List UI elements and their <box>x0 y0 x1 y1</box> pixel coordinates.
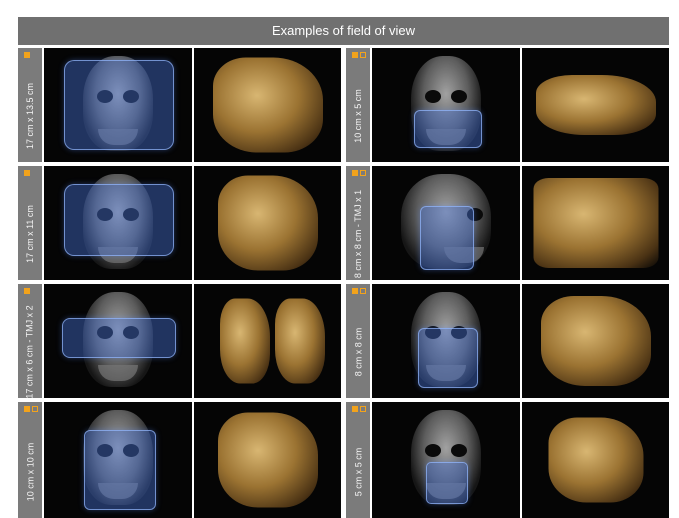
hollow-square-icon <box>360 406 366 412</box>
row-sidebar: 17 cm x 6 cm - TMJ x 2 <box>18 284 42 399</box>
fov-row-17x13-5: 17 cm x 13.5 cm <box>18 48 341 162</box>
3d-reconstruction-image <box>522 284 669 398</box>
fov-box <box>414 110 482 148</box>
3d-reconstruction-image <box>522 402 669 518</box>
teeth-reconstruction-icon <box>535 75 656 135</box>
hollow-square-icon <box>32 406 38 412</box>
row-sidebar: 17 cm x 13.5 cm <box>18 48 42 162</box>
row-sidebar: 8 cm x 8 cm - TMJ x 1 <box>346 166 370 280</box>
size-markers <box>24 288 30 294</box>
hollow-square-icon <box>360 170 366 176</box>
maxilla-reconstruction-icon <box>217 175 318 271</box>
size-markers <box>24 406 38 412</box>
3d-reconstruction-image <box>194 48 341 162</box>
skull-fov-image <box>372 284 520 398</box>
fov-row-8x8: 8 cm x 8 cm <box>346 284 669 398</box>
fov-label: 8 cm x 8 cm - TMJ x 1 <box>353 189 363 279</box>
skull-fov-image <box>372 166 520 280</box>
fov-grid: 17 cm x 13.5 cm 17 cm x 11 cm 17 cm x 6 … <box>18 48 669 518</box>
hollow-square-icon <box>360 288 366 294</box>
row-sidebar: 17 cm x 11 cm <box>18 166 42 280</box>
jaw-reconstruction-icon <box>212 57 323 153</box>
filled-square-icon <box>24 406 30 412</box>
size-markers <box>352 170 366 176</box>
dentition-reconstruction-icon <box>540 296 651 386</box>
teeth-reconstruction-icon <box>548 417 643 503</box>
fov-row-10x5: 10 cm x 5 cm <box>346 48 669 162</box>
hollow-square-icon <box>360 52 366 58</box>
row-sidebar: 10 cm x 10 cm <box>18 402 42 518</box>
row-sidebar: 5 cm x 5 cm <box>346 402 370 518</box>
tmj-left-reconstruction-icon <box>220 298 271 384</box>
skull-fov-image <box>44 48 192 162</box>
fov-box <box>64 60 174 150</box>
fov-row-8x8-tmj: 8 cm x 8 cm - TMJ x 1 <box>346 166 669 280</box>
filled-square-icon <box>24 52 30 58</box>
filled-square-icon <box>352 288 358 294</box>
3d-reconstruction-image <box>194 166 341 280</box>
filled-square-icon <box>352 406 358 412</box>
filled-square-icon <box>352 52 358 58</box>
fov-row-17x11: 17 cm x 11 cm <box>18 166 341 280</box>
tmj-right-reconstruction-icon <box>274 298 325 384</box>
row-sidebar: 8 cm x 8 cm <box>346 284 370 398</box>
fov-box <box>418 328 478 388</box>
filled-square-icon <box>24 170 30 176</box>
3d-reconstruction-image <box>522 166 669 280</box>
fov-label: 8 cm x 8 cm <box>353 327 364 377</box>
skull-fov-image <box>372 48 520 162</box>
size-markers <box>24 170 30 176</box>
tmj-reconstruction-icon <box>533 178 658 268</box>
skull-fov-image <box>44 402 192 518</box>
fov-label: 17 cm x 13.5 cm <box>25 82 35 150</box>
fov-box <box>420 206 474 270</box>
page-title: Examples of field of view <box>271 23 416 38</box>
jaw-reconstruction-icon <box>217 412 318 508</box>
fov-box <box>426 462 468 504</box>
right-column: 10 cm x 5 cm 8 cm x 8 cm - TMJ x 1 8 cm … <box>346 48 669 518</box>
3d-reconstruction-image <box>522 48 669 162</box>
size-markers <box>352 288 366 294</box>
3d-reconstruction-image <box>194 402 341 518</box>
filled-square-icon <box>24 288 30 294</box>
fov-row-10x10: 10 cm x 10 cm <box>18 402 341 518</box>
fov-row-17x6-tmj: 17 cm x 6 cm - TMJ x 2 <box>18 284 341 399</box>
skull-fov-image <box>44 284 192 398</box>
fov-label: 10 cm x 10 cm <box>25 442 35 502</box>
fov-box <box>84 430 156 510</box>
skull-fov-image <box>372 402 520 518</box>
fov-box <box>64 184 174 256</box>
3d-reconstruction-image <box>194 284 341 398</box>
size-markers <box>352 406 366 412</box>
fov-label: 10 cm x 5 cm <box>353 89 364 143</box>
fov-row-5x5: 5 cm x 5 cm <box>346 402 669 518</box>
row-sidebar: 10 cm x 5 cm <box>346 48 370 162</box>
fov-label: 5 cm x 5 cm <box>353 447 364 497</box>
size-markers <box>352 52 366 58</box>
filled-square-icon <box>352 170 358 176</box>
header-bar: Examples of field of view <box>18 17 669 45</box>
size-markers <box>24 52 30 58</box>
fov-box <box>62 318 176 358</box>
fov-label: 17 cm x 11 cm <box>25 205 36 263</box>
skull-fov-image <box>44 166 192 280</box>
fov-label: 17 cm x 6 cm - TMJ x 2 <box>25 305 36 399</box>
left-column: 17 cm x 13.5 cm 17 cm x 11 cm 17 cm x 6 … <box>18 48 341 518</box>
